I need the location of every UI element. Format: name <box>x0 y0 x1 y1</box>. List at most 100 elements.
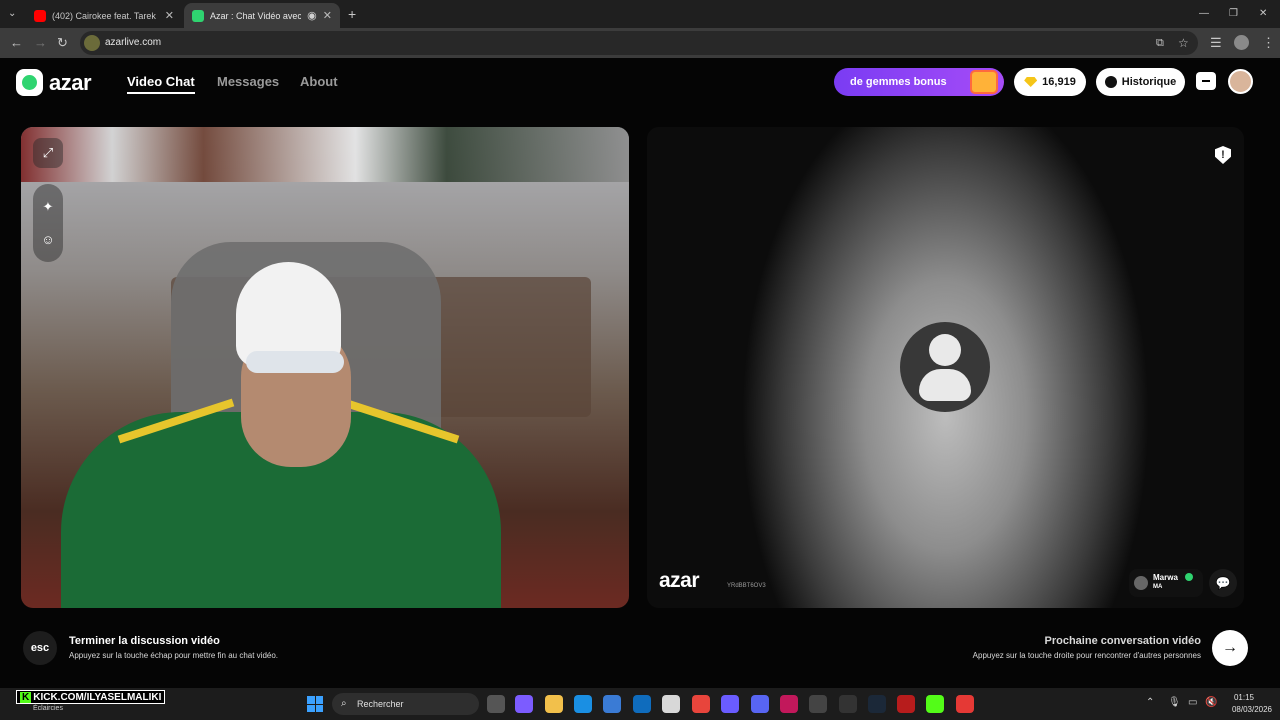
azar-favicon-icon <box>192 9 204 22</box>
forward-icon[interactable]: → <box>34 28 47 58</box>
azar-logo[interactable]: azar <box>16 69 92 96</box>
face-sticker-icon[interactable]: ☺ <box>41 232 54 247</box>
weather-widget[interactable]: Éclaircies <box>33 705 63 712</box>
tab-list-icon[interactable]: ⌄ <box>8 0 16 28</box>
windows-taskbar: K KICK.COM/ILYASELMALIKI Éclaircies ⌕ Re… <box>0 688 1280 720</box>
profile-avatar[interactable] <box>1234 35 1249 50</box>
placeholder-avatar-icon <box>900 322 990 412</box>
tab-title: (402) Cairokee feat. Tarek El-Sh... <box>52 10 159 21</box>
expand-button[interactable]: ⤢ <box>33 138 63 168</box>
remote-video-feed: ! azar YRdBBT6OV3 Marwa MA 💬 <box>647 127 1244 608</box>
steam-icon[interactable] <box>868 695 886 713</box>
back-icon[interactable]: ← <box>10 28 23 58</box>
network-icon[interactable]: ▭ <box>1188 697 1197 708</box>
gem-icon <box>1024 77 1038 87</box>
taskbar-search[interactable]: ⌕ Rechercher <box>332 693 479 715</box>
history-button[interactable]: Historique <box>1096 68 1185 96</box>
outlook-icon[interactable] <box>633 695 651 713</box>
microphone-icon[interactable]: 🎙 <box>1168 697 1181 708</box>
tab-youtube[interactable]: (402) Cairokee feat. Tarek El-Sh... ✕ <box>26 3 182 28</box>
chat-bubble-icon: 💬 <box>1215 576 1231 590</box>
task-view-icon[interactable] <box>487 695 505 713</box>
kick-icon[interactable] <box>926 695 944 713</box>
windows-start-icon[interactable] <box>307 696 323 712</box>
clock-date[interactable]: 08/03/2026 <box>1232 705 1272 714</box>
kick-logo-icon: K <box>20 691 32 703</box>
tab-azar[interactable]: Azar : Chat Vidéo avec de n... ◉ ✕ <box>184 3 340 28</box>
close-icon[interactable]: ✕ <box>165 9 174 22</box>
treasure-chest-icon <box>970 70 998 94</box>
partner-name: Marwa <box>1153 573 1178 582</box>
copilot-icon[interactable] <box>515 695 533 713</box>
youtube-icon <box>34 9 46 22</box>
store-icon[interactable] <box>1196 72 1216 90</box>
end-chat-button[interactable]: esc <box>23 631 57 665</box>
discord-icon[interactable] <box>751 695 769 713</box>
reload-icon[interactable]: ↻ <box>57 28 68 58</box>
address-bar[interactable]: azarlive.com ⧉ ☆ <box>80 31 1198 55</box>
end-chat-subtitle: Appuyez sur la touche échap pour mettre … <box>69 651 279 660</box>
expand-icon: ⤢ <box>42 145 54 160</box>
app-icon[interactable] <box>956 695 974 713</box>
restore-icon[interactable]: ❐ <box>1229 0 1238 28</box>
local-video-feed <box>21 127 629 608</box>
magic-wand-icon[interactable]: ✦ <box>43 199 54 214</box>
install-app-icon[interactable]: ⧉ <box>1156 31 1164 55</box>
app-icon[interactable] <box>780 695 798 713</box>
azar-logo-icon <box>16 69 43 96</box>
partner-avatar-icon <box>1134 576 1148 590</box>
nav-about[interactable]: About <box>300 74 338 89</box>
app-icon[interactable] <box>662 695 680 713</box>
arrow-right-icon: → <box>1222 639 1238 656</box>
menu-kebab-icon[interactable]: ⋮ <box>1262 28 1275 58</box>
stream-overlay-text: KICK.COM/ILYASELMALIKI <box>33 691 162 703</box>
app-icon[interactable] <box>809 695 827 713</box>
minimize-icon[interactable]: — <box>1199 0 1209 28</box>
new-tab-button[interactable]: + <box>348 0 356 28</box>
edge-icon[interactable] <box>574 695 592 713</box>
azar-watermark: azar <box>659 569 700 592</box>
file-explorer-icon[interactable] <box>545 695 563 713</box>
bonus-label: de gemmes bonus <box>850 76 947 88</box>
logo-text: azar <box>49 69 92 95</box>
next-chat-title: Prochaine conversation vidéo <box>1044 635 1202 647</box>
video-effects-toolbar: ✦ ☺ <box>33 184 63 262</box>
url-text: azarlive.com <box>105 37 162 48</box>
stream-overlay-banner: K KICK.COM/ILYASELMALIKI <box>16 690 166 704</box>
store-app-icon[interactable] <box>603 695 621 713</box>
tab-title: Azar : Chat Vidéo avec de n... <box>210 10 302 21</box>
partner-profile-chip[interactable]: Marwa MA <box>1129 569 1203 597</box>
gems-balance-button[interactable]: 16,919 <box>1014 68 1086 96</box>
next-chat-subtitle: Appuyez sur la touche droite pour rencon… <box>972 651 1201 660</box>
chrome-icon[interactable] <box>692 695 710 713</box>
partner-country: MA <box>1153 584 1163 590</box>
app-icon[interactable] <box>897 695 915 713</box>
clock-icon <box>1104 76 1117 88</box>
nav-video-chat[interactable]: Video Chat <box>127 74 195 94</box>
search-placeholder: Rechercher <box>357 699 404 709</box>
bookmark-star-icon[interactable]: ☆ <box>1178 31 1189 55</box>
search-icon: ⌕ <box>341 698 347 709</box>
chat-bubble-button[interactable]: 💬 <box>1209 569 1237 597</box>
bonus-gems-button[interactable]: de gemmes bonus <box>834 68 1004 96</box>
browser-tab-bar: ⌄ (402) Cairokee feat. Tarek El-Sh... ✕ … <box>0 0 1280 28</box>
browser-toolbar: ← → ↻ azarlive.com ⧉ ☆ ☰ ⋮ <box>0 28 1280 58</box>
verified-badge-icon <box>1185 573 1193 581</box>
media-control-icon[interactable]: ☰ <box>1210 28 1222 58</box>
history-label: Historique <box>1121 76 1177 88</box>
volume-muted-icon[interactable]: 🔇 <box>1205 697 1217 708</box>
next-chat-button[interactable]: → <box>1212 630 1248 666</box>
nav-messages[interactable]: Messages <box>217 74 279 89</box>
site-info-icon[interactable] <box>84 35 100 51</box>
user-avatar[interactable] <box>1228 69 1253 94</box>
app-icon[interactable] <box>839 695 857 713</box>
clock-time[interactable]: 01:15 <box>1234 693 1254 702</box>
recording-icon: ◉ <box>307 10 317 22</box>
end-chat-title: Terminer la discussion vidéo <box>69 635 220 647</box>
watermark-id: YRdBBT6OV3 <box>727 583 766 589</box>
game-controller-icon[interactable] <box>721 695 739 713</box>
close-icon[interactable]: ✕ <box>323 9 332 22</box>
chevron-up-icon[interactable]: ⌃ <box>1146 697 1154 708</box>
report-shield-icon[interactable]: ! <box>1215 146 1231 164</box>
close-window-icon[interactable]: ✕ <box>1259 0 1267 28</box>
